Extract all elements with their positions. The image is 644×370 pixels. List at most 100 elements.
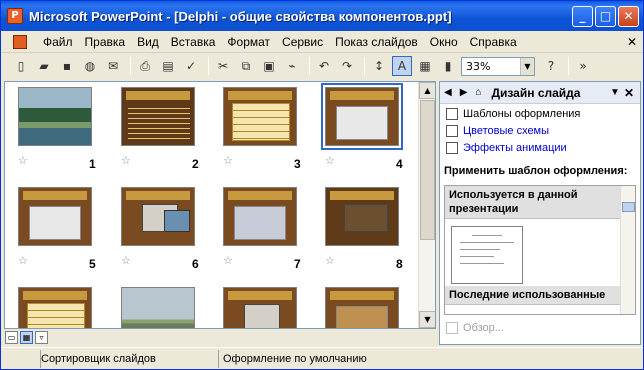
- slide-thumbnail[interactable]: [18, 187, 92, 246]
- gallery-section-used: Используется в данной презентации: [445, 186, 635, 219]
- scroll-up-icon[interactable]: ▲: [419, 82, 435, 99]
- slide-sorter-view-icon[interactable]: ▦: [20, 331, 33, 344]
- slideshow-view-icon[interactable]: ▿: [35, 331, 48, 344]
- status-design: Оформление по умолчанию: [223, 352, 367, 365]
- task-pane: ◀ ▶ ⌂ Дизайн слайда ▼ ✕ Шаблоны оформлен…: [439, 81, 641, 345]
- format-painter-icon[interactable]: ⌁: [282, 56, 302, 76]
- print-preview-icon[interactable]: ▤: [158, 56, 178, 76]
- transition-icon[interactable]: ☆: [325, 154, 335, 167]
- toolbar-separator: [364, 57, 365, 75]
- title-bar[interactable]: P Microsoft PowerPoint - [Delphi - общие…: [1, 1, 643, 31]
- menu-slideshow[interactable]: Показ слайдов: [329, 35, 424, 49]
- powerpoint-window: P Microsoft PowerPoint - [Delphi - общие…: [0, 0, 644, 370]
- slide-thumbnail[interactable]: [121, 287, 195, 328]
- slide-thumbnail[interactable]: [18, 287, 92, 328]
- status-bar: Сортировщик слайдов Оформление по умолча…: [1, 347, 643, 369]
- toolbar-options-icon[interactable]: »: [573, 56, 593, 76]
- slide-thumbnail-selected[interactable]: [321, 83, 403, 150]
- menu-edit[interactable]: Правка: [79, 35, 132, 49]
- close-icon[interactable]: ✕: [624, 86, 634, 100]
- window-title: Microsoft PowerPoint - [Delphi - общие с…: [29, 8, 452, 24]
- menu-view[interactable]: Вид: [131, 35, 165, 49]
- slide-thumbnail[interactable]: [121, 187, 195, 246]
- expand-all-icon[interactable]: ↕: [369, 56, 389, 76]
- menu-format[interactable]: Формат: [221, 35, 276, 49]
- forward-icon[interactable]: ▶: [460, 87, 468, 98]
- home-icon[interactable]: ⌂: [475, 87, 481, 98]
- grid-icon[interactable]: ▦: [415, 56, 435, 76]
- menu-insert[interactable]: Вставка: [165, 35, 222, 49]
- task-pane-title: Дизайн слайда: [491, 85, 581, 100]
- permission-icon[interactable]: ◍: [80, 56, 100, 76]
- scroll-down-icon[interactable]: ▼: [419, 311, 435, 328]
- zoom-select[interactable]: 33% ▼: [461, 56, 535, 76]
- cut-icon[interactable]: ✂: [213, 56, 233, 76]
- slide-number: 4: [396, 157, 403, 171]
- show-formatting-icon[interactable]: A: [392, 56, 412, 76]
- chevron-down-icon[interactable]: ▼: [610, 87, 620, 98]
- scroll-thumb[interactable]: [622, 202, 635, 212]
- slide-number: 5: [89, 257, 96, 271]
- print-icon[interactable]: ⎙: [135, 56, 155, 76]
- template-gallery[interactable]: Используется в данной презентации Послед…: [444, 185, 636, 315]
- chevron-down-icon[interactable]: ▼: [520, 57, 534, 75]
- undo-icon[interactable]: ↶: [314, 56, 334, 76]
- template-thumbnail[interactable]: [451, 226, 523, 284]
- menu-tools[interactable]: Сервис: [276, 35, 329, 49]
- slide-thumbnail[interactable]: [223, 287, 297, 328]
- slide-number: 2: [192, 157, 199, 171]
- slide-thumbnail[interactable]: [18, 87, 92, 146]
- vertical-scrollbar[interactable]: ▲ ▼: [418, 82, 435, 328]
- folder-icon: [446, 322, 458, 334]
- slide-sorter[interactable]: ☆ 1 ☆ 2 ☆ 3 ☆ 4 ☆ 5 ☆ 6 ☆ 7 ☆ 8 ▲ ▼: [4, 81, 436, 329]
- normal-view-icon[interactable]: ▭: [5, 331, 18, 344]
- help-icon[interactable]: ?: [541, 56, 561, 76]
- color-schemes-link[interactable]: Цветовые схемы: [446, 123, 640, 138]
- paste-icon[interactable]: ▣: [259, 56, 279, 76]
- menu-window[interactable]: Окно: [424, 35, 464, 49]
- view-buttons: ▭ ▦ ▿: [5, 331, 48, 344]
- scroll-thumb[interactable]: [420, 100, 435, 240]
- document-icon[interactable]: [13, 34, 27, 49]
- status-spacer: [1, 349, 41, 368]
- email-icon[interactable]: ✉: [103, 56, 123, 76]
- copy-icon[interactable]: ⧉: [236, 56, 256, 76]
- minimize-button[interactable]: _: [572, 6, 593, 27]
- gallery-scrollbar[interactable]: [620, 186, 635, 314]
- close-button[interactable]: ✕: [618, 6, 639, 27]
- toolbar-separator: [130, 57, 131, 75]
- spelling-icon[interactable]: ✓: [181, 56, 201, 76]
- slide-number: 1: [89, 157, 96, 171]
- slide-thumbnail[interactable]: [325, 187, 399, 246]
- maximize-button[interactable]: □: [595, 6, 616, 27]
- slide-thumbnail[interactable]: [325, 287, 399, 328]
- redo-icon[interactable]: ↷: [337, 56, 357, 76]
- menu-file[interactable]: Файл: [37, 35, 79, 49]
- menu-help[interactable]: Справка: [464, 35, 523, 49]
- toolbar-separator: [208, 57, 209, 75]
- menu-bar: Файл Правка Вид Вставка Формат Сервис По…: [1, 31, 643, 53]
- design-templates-link[interactable]: Шаблоны оформления: [446, 106, 640, 121]
- transition-icon[interactable]: ☆: [121, 254, 131, 267]
- slide-thumbnail[interactable]: [121, 87, 195, 146]
- template-icon: [446, 107, 458, 120]
- transition-icon[interactable]: ☆: [18, 154, 28, 167]
- transition-icon[interactable]: ☆: [223, 254, 233, 267]
- document-close-icon[interactable]: ✕: [627, 35, 637, 49]
- save-icon[interactable]: ▪: [57, 56, 77, 76]
- transition-icon[interactable]: ☆: [18, 254, 28, 267]
- task-pane-header: ◀ ▶ ⌂ Дизайн слайда ▼ ✕: [440, 82, 640, 104]
- powerpoint-app-icon[interactable]: P: [7, 8, 23, 24]
- open-icon[interactable]: ▰: [34, 56, 54, 76]
- transition-icon[interactable]: ☆: [223, 154, 233, 167]
- slide-thumbnail[interactable]: [223, 187, 297, 246]
- slide-thumbnail[interactable]: [223, 87, 297, 146]
- new-icon[interactable]: ▯: [11, 56, 31, 76]
- browse-link[interactable]: Обзор...: [446, 322, 504, 334]
- transition-icon[interactable]: ☆: [121, 154, 131, 167]
- animation-schemes-link[interactable]: Эффекты анимации: [446, 140, 640, 155]
- color-grayscale-icon[interactable]: ▮: [438, 56, 458, 76]
- transition-icon[interactable]: ☆: [325, 254, 335, 267]
- back-icon[interactable]: ◀: [444, 87, 452, 98]
- status-view: Сортировщик слайдов: [41, 349, 219, 368]
